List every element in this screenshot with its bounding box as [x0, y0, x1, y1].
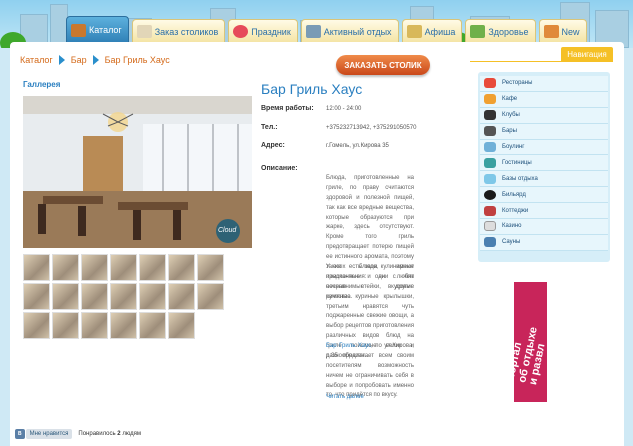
poster-icon [406, 25, 422, 38]
tab-poster[interactable]: Афиша [401, 19, 463, 43]
breadcrumb-catalog[interactable]: Каталог [20, 55, 53, 65]
gallery-thumbnail[interactable] [110, 283, 137, 310]
gallery-thumbnail[interactable] [139, 283, 166, 310]
nav-item-bowling[interactable]: Боулинг [480, 139, 608, 156]
gallery-thumbnail[interactable] [52, 312, 79, 339]
sauna-icon [484, 237, 496, 248]
bike-icon [305, 25, 321, 38]
hours-value: 12:00 - 24:00 [326, 106, 362, 112]
address-value: г.Гомель, ул.Кирова 35 [326, 143, 389, 149]
gallery-thumbnail[interactable] [81, 312, 108, 339]
booking-icon [136, 25, 152, 38]
gallery-thumbnails [23, 254, 233, 339]
new-icon [543, 25, 559, 38]
content-page: Каталог Бар Бар Гриль Хаус ЗАКАЗАТЬ СТОЛ… [10, 42, 624, 446]
tab-health[interactable]: Здоровье [465, 19, 536, 43]
breadcrumb-arrow-icon [92, 55, 99, 65]
gallery-thumbnail[interactable] [52, 283, 79, 310]
gallery-thumbnail[interactable] [81, 283, 108, 310]
nav-item-bars[interactable]: Бары [480, 123, 608, 140]
nav-item-casino[interactable]: Казино [480, 219, 608, 235]
gallery-title: Галлерея [23, 80, 61, 89]
navigation-menu: Рестораны Кафе Клубы Бары Боулинг Гостин… [478, 72, 610, 262]
description-label: Описание: [261, 165, 298, 172]
navigation-divider [470, 61, 613, 62]
phone-label: Тел.: [261, 124, 278, 131]
gallery-thumbnail[interactable] [23, 312, 50, 339]
gallery-thumbnail[interactable] [23, 254, 50, 281]
gallery-thumbnail[interactable] [110, 312, 137, 339]
like-count-text: Понравилось 2 людям [78, 431, 142, 437]
cafe-icon [484, 94, 496, 105]
casino-icon [484, 221, 496, 232]
breadcrumb-arrow-icon [58, 55, 65, 65]
gallery-thumbnail[interactable] [168, 254, 195, 281]
tab-catalog[interactable]: Каталог [66, 16, 129, 43]
main-photo[interactable]: Cloud [23, 96, 252, 248]
address-label: Адрес: [261, 142, 285, 149]
advertising-banner[interactable]: портал об отдыхе и развл [514, 282, 547, 402]
health-icon [470, 25, 486, 38]
nav-item-cottages[interactable]: Коттеджи [480, 203, 608, 220]
tab-holiday[interactable]: Праздник [228, 19, 298, 43]
vk-like-widget: В Мне нравится Понравилось 2 людям [15, 429, 141, 439]
read-more-link[interactable]: Читать далее [326, 394, 364, 400]
tab-table-booking[interactable]: Заказ столиков [131, 19, 226, 43]
gallery-thumbnail[interactable] [168, 312, 195, 339]
gallery-thumbnail[interactable] [139, 312, 166, 339]
gallery-thumbnail[interactable] [81, 254, 108, 281]
resort-icon [484, 173, 496, 184]
order-table-button[interactable]: ЗАКАЗАТЬ СТОЛИК [336, 55, 430, 75]
nav-item-clubs[interactable]: Клубы [480, 107, 608, 124]
balloons-icon [233, 25, 249, 38]
restaurant-interior-photo [23, 96, 252, 248]
like-button[interactable]: Мне нравится [25, 429, 73, 439]
club-icon [484, 110, 496, 121]
breadcrumb-current: Бар Гриль Хаус [104, 55, 170, 65]
nav-item-hotels[interactable]: Гостиницы [480, 155, 608, 172]
tab-new[interactable]: New [538, 19, 587, 43]
nav-item-resorts[interactable]: Базы отдыха [480, 171, 608, 188]
photo-watermark: Cloud [218, 227, 237, 234]
description-paragraph: Бар Гриль Хаус, по ул.Кирова, д.35 предл… [326, 343, 414, 399]
bowling-icon [484, 142, 496, 152]
gallery-thumbnail[interactable] [23, 283, 50, 310]
catalog-icon [71, 23, 86, 37]
gallery-thumbnail[interactable] [110, 254, 137, 281]
gallery-thumbnail[interactable] [139, 254, 166, 281]
bar-icon [484, 126, 496, 137]
billiard-icon [484, 189, 496, 200]
hotel-icon [484, 157, 496, 168]
breadcrumb-bar[interactable]: Бар [71, 55, 87, 65]
cottage-icon [484, 205, 496, 216]
gallery-thumbnail[interactable] [52, 254, 79, 281]
nav-item-cafe[interactable]: Кафе [480, 91, 608, 108]
navigation-title: Навигация [561, 47, 613, 62]
restaurant-icon [484, 78, 496, 89]
gallery-thumbnail[interactable] [168, 283, 195, 310]
breadcrumb: Каталог Бар Бар Гриль Хаус [20, 55, 170, 65]
venue-link[interactable]: Бар Гриль Хаус [326, 343, 371, 349]
venue-title: Бар Гриль Хаус [261, 81, 363, 97]
gallery-thumbnail[interactable] [197, 283, 224, 310]
main-tabs: Каталог Заказ столиков Праздник Активный… [66, 16, 590, 43]
vk-logo-icon: В [15, 429, 25, 439]
phone-value: +375232713942, +375291050570 [326, 125, 417, 131]
nav-item-saunas[interactable]: Сауны [480, 234, 608, 251]
nav-item-billiard[interactable]: Бильярд [480, 187, 608, 204]
tab-active-rest[interactable]: Активный отдых [300, 19, 399, 43]
gallery-thumbnail[interactable] [197, 254, 224, 281]
nav-item-restaurants[interactable]: Рестораны [480, 76, 608, 92]
hours-label: Время работы: [261, 105, 314, 112]
